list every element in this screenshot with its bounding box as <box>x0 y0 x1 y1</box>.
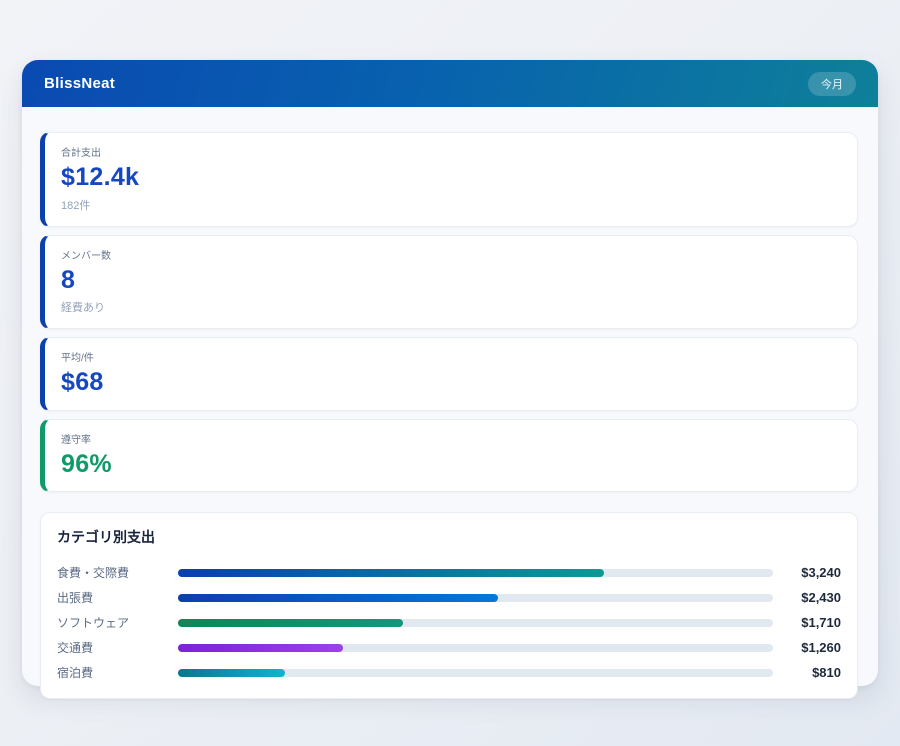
bar-fill <box>178 669 285 677</box>
category-row: 食費・交際費 $3,240 <box>57 560 841 585</box>
stat-subtext: 182件 <box>61 197 841 213</box>
category-amount: $810 <box>773 665 841 680</box>
category-label: ソフトウェア <box>57 614 178 631</box>
category-bar-list: 食費・交際費 $3,240 出張費 $2,430 ソフトウェア $1,710 交… <box>57 560 841 685</box>
stat-value: 8 <box>61 267 841 295</box>
category-row: 交通費 $1,260 <box>57 635 841 660</box>
app-header: BlissNeat 今月 <box>22 60 878 107</box>
bar-track <box>178 619 773 627</box>
app-title: BlissNeat <box>44 75 115 92</box>
category-row: ソフトウェア $1,710 <box>57 610 841 635</box>
bar-track <box>178 669 773 677</box>
category-label: 宿泊費 <box>57 664 178 681</box>
stat-card: 遵守率 96% <box>40 419 858 493</box>
category-card-title: カテゴリ別支出 <box>57 527 841 547</box>
stat-card: メンバー数 8 経費あり <box>40 235 858 330</box>
category-label: 交通費 <box>57 639 178 656</box>
bar-fill <box>178 569 604 577</box>
stat-value: $68 <box>61 369 841 397</box>
period-badge[interactable]: 今月 <box>808 72 856 96</box>
stat-value: 96% <box>61 451 841 479</box>
bar-fill <box>178 644 343 652</box>
stat-label: メンバー数 <box>61 247 841 262</box>
stat-label: 合計支出 <box>61 144 841 159</box>
bar-track <box>178 644 773 652</box>
category-row: 宿泊費 $810 <box>57 660 841 685</box>
stat-card-list: 合計支出 $12.4k 182件 メンバー数 8 経費あり 平均/件 $68 遵… <box>40 132 858 492</box>
stat-label: 遵守率 <box>61 431 841 446</box>
category-amount: $3,240 <box>773 565 841 580</box>
category-label: 食費・交際費 <box>57 564 178 581</box>
stat-card: 合計支出 $12.4k 182件 <box>40 132 858 227</box>
category-row: 出張費 $2,430 <box>57 585 841 610</box>
dashboard-content: 合計支出 $12.4k 182件 メンバー数 8 経費あり 平均/件 $68 遵… <box>22 107 878 699</box>
category-amount: $1,260 <box>773 640 841 655</box>
bar-fill <box>178 619 403 627</box>
dashboard-panel: BlissNeat 今月 合計支出 $12.4k 182件 メンバー数 8 経費… <box>22 60 878 686</box>
stat-subtext: 経費あり <box>61 299 841 315</box>
stat-value: $12.4k <box>61 164 841 192</box>
category-amount: $1,710 <box>773 615 841 630</box>
bar-fill <box>178 594 498 602</box>
bar-track <box>178 569 773 577</box>
stat-card: 平均/件 $68 <box>40 337 858 411</box>
bar-track <box>178 594 773 602</box>
category-amount: $2,430 <box>773 590 841 605</box>
category-breakdown-card: カテゴリ別支出 食費・交際費 $3,240 出張費 $2,430 ソフトウェア … <box>40 512 858 699</box>
stat-label: 平均/件 <box>61 349 841 364</box>
category-label: 出張費 <box>57 589 178 606</box>
